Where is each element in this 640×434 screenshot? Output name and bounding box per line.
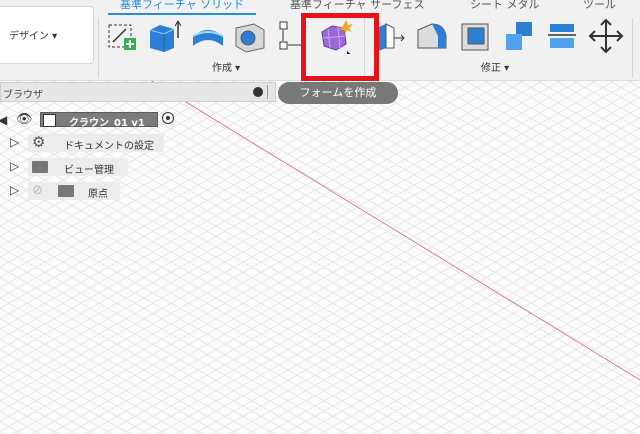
tab-surface-basic[interactable]: 基準フィーチャ サーフェス: [290, 0, 425, 12]
workspace-label: デザイン ▾: [9, 31, 58, 42]
create-sketch-icon[interactable]: [104, 18, 140, 58]
shell-icon[interactable]: [458, 18, 494, 58]
folder-icon: [58, 185, 74, 197]
tab-solid-basic[interactable]: 基準フィーチャ ソリッド: [120, 0, 244, 12]
revolve-icon[interactable]: [190, 18, 226, 58]
create-form-tooltip: フォームを作成: [278, 82, 398, 104]
folder-icon: [32, 161, 48, 173]
expand-triangle-icon[interactable]: ▷: [10, 159, 19, 173]
activate-radio-dot: [166, 116, 170, 120]
browser-header: ブラウザ: [0, 82, 276, 102]
active-tab-underline: [108, 13, 256, 15]
hidden-eye-icon[interactable]: ⊘: [32, 183, 43, 198]
gear-icon: ⚙: [32, 133, 46, 151]
collapse-browser-icon[interactable]: [253, 87, 263, 97]
fillet-icon[interactable]: [414, 18, 450, 58]
hole-icon[interactable]: [232, 18, 268, 58]
tree-item-label: ビュー管理: [64, 165, 114, 176]
combine-icon[interactable]: [502, 18, 538, 58]
browser-header-divider: [267, 85, 268, 99]
tab-tools[interactable]: ツール: [583, 0, 616, 12]
highlight-box: [301, 13, 379, 81]
tree-item-label: ドキュメントの設定: [64, 141, 154, 152]
create-menu[interactable]: 作成 ▾: [212, 59, 240, 74]
browser-title: ブラウザ: [3, 90, 43, 101]
workspace-switcher[interactable]: デザイン ▾: [0, 6, 94, 64]
tree-item-label: 原点: [88, 189, 108, 200]
expand-root-icon[interactable]: ◀: [0, 113, 7, 127]
move-copy-icon[interactable]: [588, 18, 624, 58]
expand-triangle-icon[interactable]: ▷: [10, 183, 19, 197]
toolbar-divider: [98, 18, 99, 78]
tab-sheet-metal[interactable]: シート メタル: [470, 0, 540, 12]
split-body-icon[interactable]: [544, 18, 580, 58]
modify-menu[interactable]: 修正 ▾: [481, 59, 509, 74]
component-icon: [43, 114, 56, 127]
toolbar-divider: [632, 18, 633, 78]
visibility-eye-icon[interactable]: 👁: [16, 112, 33, 127]
root-component[interactable]: クラウン_01 v1: [40, 112, 158, 129]
root-component-label: クラウン_01 v1: [69, 118, 145, 129]
toolbar-tabs: 基準フィーチャ ソリッド 基準フィーチャ サーフェス シート メタル ツール: [0, 0, 640, 12]
extrude-icon[interactable]: [146, 18, 182, 58]
expand-triangle-icon[interactable]: ▷: [10, 135, 19, 149]
